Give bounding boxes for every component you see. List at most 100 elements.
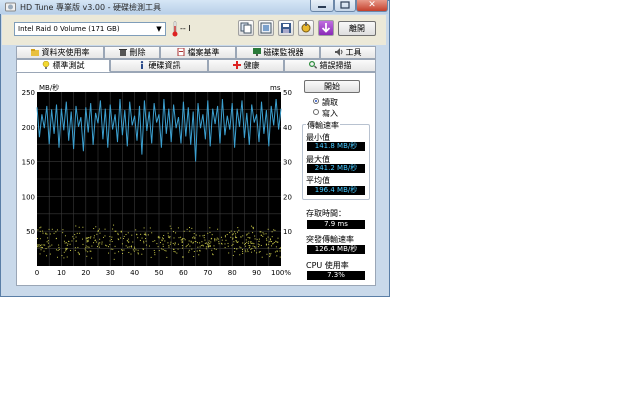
- access-time-point: [162, 249, 164, 251]
- access-time-point: [127, 232, 129, 234]
- access-time-point: [181, 245, 183, 247]
- access-time-point: [245, 245, 247, 247]
- access-time-point: [253, 243, 255, 245]
- access-time-point: [269, 240, 271, 242]
- access-time-point: [213, 245, 215, 247]
- access-time-point: [259, 251, 261, 253]
- x-tick-label: 80: [228, 269, 237, 277]
- access-time-point: [169, 225, 171, 227]
- access-time-point: [252, 232, 254, 234]
- drive-select-value: Intel Raid 0 Volume (171 GB): [18, 25, 120, 33]
- access-time-point: [277, 237, 279, 239]
- access-time-point: [67, 243, 69, 245]
- access-time-point: [68, 240, 70, 242]
- close-button[interactable]: ✕: [356, 0, 388, 12]
- burst-rate-value: 126.4 MB/秒: [307, 245, 365, 254]
- access-time-point: [109, 240, 111, 242]
- access-time-point: [174, 242, 176, 244]
- copy-screenshot-button[interactable]: [258, 20, 274, 36]
- access-time-point: [245, 242, 247, 244]
- exit-button[interactable]: 離開: [338, 21, 376, 36]
- access-time-point: [203, 234, 205, 236]
- access-time-point: [265, 244, 267, 246]
- access-time-point: [251, 242, 253, 244]
- tab-tools[interactable]: 工具: [320, 46, 376, 59]
- access-time-point: [255, 247, 257, 249]
- access-time-point: [42, 230, 44, 232]
- access-time-point: [149, 227, 151, 229]
- access-time-point: [236, 237, 238, 239]
- access-time-point: [101, 243, 103, 245]
- tab-erase[interactable]: 刪除: [104, 46, 160, 59]
- access-time-point: [193, 251, 195, 253]
- access-time-point: [82, 226, 84, 228]
- access-time-point: [267, 228, 269, 230]
- x-tick-label: 70: [203, 269, 212, 277]
- access-time-point: [113, 258, 115, 260]
- access-time-point: [248, 247, 250, 249]
- chevron-down-icon[interactable]: ▼: [154, 24, 164, 34]
- tab-file-benchmark[interactable]: 檔案基準: [160, 46, 236, 59]
- access-time-point: [221, 239, 223, 241]
- access-time-point: [85, 237, 87, 239]
- x-tick-label: 0: [35, 269, 39, 277]
- access-time-point: [157, 246, 159, 248]
- access-time-point: [193, 236, 195, 238]
- access-time-point: [147, 234, 149, 236]
- tab-health[interactable]: 健康: [208, 59, 284, 72]
- access-time-point: [74, 249, 76, 251]
- access-time-point: [235, 233, 237, 235]
- access-time-point: [40, 226, 42, 228]
- write-radio[interactable]: [313, 109, 319, 115]
- access-time-point: [37, 237, 39, 239]
- access-time-point: [276, 241, 278, 243]
- access-time-point: [183, 237, 185, 239]
- access-time-point: [44, 244, 46, 246]
- hdtune-app-icon: [5, 2, 16, 12]
- access-time-point: [49, 253, 51, 255]
- tab-error-scan[interactable]: 錯誤掃描: [284, 59, 376, 72]
- access-time-point: [86, 241, 88, 243]
- access-time-point: [246, 233, 248, 235]
- access-time-point: [186, 245, 188, 247]
- access-time-point: [229, 232, 231, 234]
- x-tick-label: 60: [179, 269, 188, 277]
- access-time-point: [248, 245, 250, 247]
- copy-info-button[interactable]: [238, 20, 254, 36]
- access-time-point: [269, 253, 271, 255]
- access-time-point: [55, 231, 57, 233]
- access-time-point: [205, 248, 207, 250]
- write-radio-label: 寫入: [322, 109, 338, 118]
- access-time-point: [267, 247, 269, 249]
- tab-folder-usage[interactable]: 資料夾使用率: [16, 46, 104, 59]
- access-time-point: [232, 237, 234, 239]
- access-time-point: [188, 240, 190, 242]
- minimize-button[interactable]: [310, 0, 334, 12]
- access-time-point: [37, 246, 39, 248]
- access-time-point: [99, 232, 101, 234]
- access-time-point: [145, 240, 147, 242]
- access-time-point: [234, 247, 236, 249]
- access-time-point: [51, 228, 53, 230]
- access-time-point: [279, 247, 281, 249]
- access-time-point: [177, 243, 179, 245]
- access-time-point: [143, 227, 145, 229]
- tab-benchmark[interactable]: 標準測試: [16, 59, 110, 72]
- access-time-point: [161, 237, 163, 239]
- access-time-point: [236, 248, 238, 250]
- maximize-button[interactable]: [334, 0, 356, 12]
- x-tick-label: 30: [106, 269, 115, 277]
- download-button[interactable]: [318, 20, 334, 36]
- tab-disk-monitor[interactable]: 磁碟監視器: [236, 46, 320, 59]
- tab-drive-info[interactable]: 硬碟資訊: [110, 59, 208, 72]
- save-button[interactable]: [278, 20, 294, 36]
- access-time-point: [258, 238, 260, 240]
- start-button[interactable]: 開始: [304, 80, 360, 93]
- access-time-point: [232, 254, 234, 256]
- drive-select[interactable]: Intel Raid 0 Volume (171 GB) ▼: [14, 22, 166, 36]
- access-time-point: [87, 246, 89, 248]
- access-time-point: [74, 247, 76, 249]
- read-radio[interactable]: [313, 98, 319, 104]
- options-button[interactable]: [298, 20, 314, 36]
- y2-axis-label: ms: [270, 84, 281, 92]
